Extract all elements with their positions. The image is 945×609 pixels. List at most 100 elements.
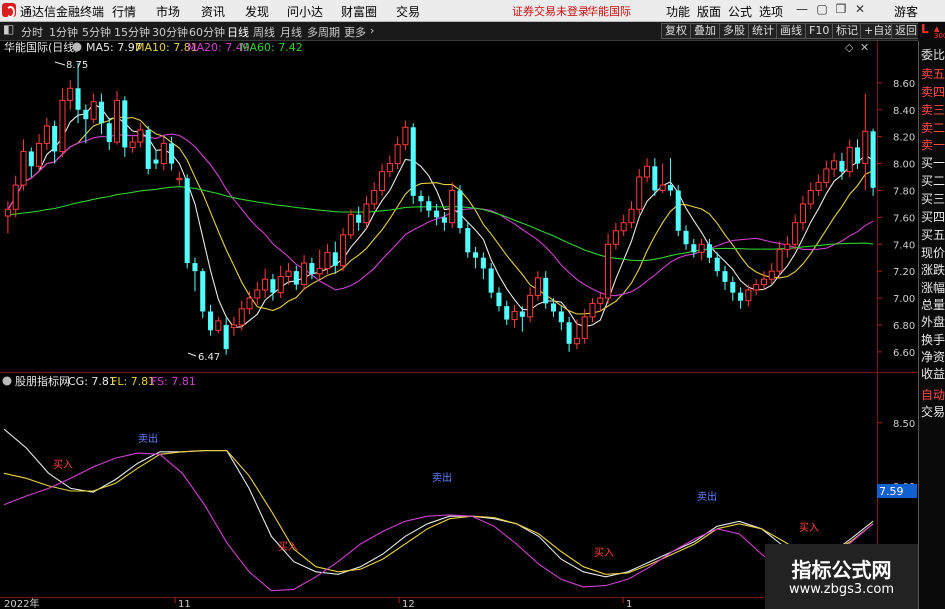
candle-body: [768, 270, 775, 280]
y-tick-label: 6.80: [893, 321, 915, 332]
sidebar-item-bid4[interactable]: 买四: [921, 208, 945, 225]
candle-body: [316, 267, 323, 275]
candle-body: [285, 270, 292, 278]
candle-body: [215, 320, 222, 331]
ma5-label: MA5: 7.97: [86, 41, 142, 54]
sidebar-item-bid2[interactable]: 买二: [921, 172, 945, 189]
candle-body: [176, 177, 183, 181]
watermark-title: 指标公式网: [791, 558, 892, 582]
candle: [799, 195, 806, 231]
candle-body: [457, 190, 463, 229]
x-label-jan: 1: [626, 599, 632, 609]
candle-body: [628, 208, 635, 224]
diamond-icon[interactable]: ◇: [845, 41, 854, 54]
candle: [831, 152, 838, 178]
candle-body: [441, 217, 447, 223]
candle-body: [418, 195, 424, 202]
sidebar-item-change[interactable]: 涨跌: [921, 261, 945, 278]
candle: [418, 190, 424, 212]
ma60-line: [7, 186, 874, 262]
candle: [823, 160, 830, 188]
candle: [465, 222, 471, 258]
sidebar-item-bid5[interactable]: 买五: [921, 226, 945, 243]
candle: [636, 168, 643, 215]
candle-body: [83, 109, 89, 120]
candle: [145, 125, 151, 175]
sidebar-item-trade[interactable]: 交易: [921, 403, 945, 420]
candle-body: [488, 268, 494, 293]
sidebar-item-bid-ratio[interactable]: 委比: [921, 46, 945, 63]
candle-body: [36, 142, 43, 167]
sidebar-item-ask2[interactable]: 卖二: [921, 119, 945, 136]
chevron-down-icon[interactable]: [72, 42, 82, 52]
sidebar-item-change-pct[interactable]: 涨幅: [921, 279, 945, 296]
kline-chart[interactable]: 6.60 6.80 7.00 7.20 7.40 7.60 7.80 8.00 8.20 8.40…: [0, 0, 918, 609]
candle-body: [270, 279, 276, 293]
candle-body: [504, 306, 510, 320]
candle-body: [652, 166, 658, 191]
candle: [675, 185, 681, 237]
sidebar-item-auto[interactable]: 自动: [921, 386, 945, 403]
candle: [371, 182, 378, 210]
candle-body: [309, 263, 315, 274]
candle: [807, 182, 814, 210]
candle-body: [434, 210, 440, 218]
candle: [776, 241, 783, 277]
sidebar-item-ask1[interactable]: 卖一: [921, 136, 945, 153]
candle: [20, 139, 27, 191]
sidebar-item-net-asset[interactable]: 净资: [921, 348, 945, 365]
sidebar-item-ask3[interactable]: 卖三: [921, 101, 945, 118]
candle-body: [129, 141, 136, 148]
sub-chevron-icon[interactable]: [2, 376, 12, 386]
candle: [496, 287, 502, 312]
candle: [75, 62, 81, 124]
candle-body: [340, 234, 347, 267]
candle: [160, 136, 167, 171]
candle: [534, 271, 541, 301]
sidebar-item-eps[interactable]: 收益: [921, 365, 945, 382]
candle: [340, 228, 347, 272]
sidebar-item-bid3[interactable]: 买三: [921, 190, 945, 207]
candle-body: [230, 324, 237, 329]
candle-body: [846, 146, 853, 173]
candle-body: [815, 181, 822, 191]
candle: [620, 214, 627, 237]
x-label-nov: 11: [178, 599, 191, 609]
candle: [386, 155, 393, 178]
sidebar-item-volume[interactable]: 总量: [921, 296, 945, 313]
level-badge[interactable]: L ▲ 300: [918, 22, 945, 41]
candle: [426, 195, 432, 218]
candle: [394, 136, 401, 169]
candle: [192, 257, 198, 292]
candle-body: [301, 262, 308, 286]
candle: [184, 174, 190, 269]
candle-body: [527, 294, 534, 318]
sidebar-item-ask4[interactable]: 卖四: [921, 83, 945, 100]
candle-body: [402, 126, 409, 146]
candle: [293, 265, 299, 290]
low-label: 6.47: [198, 352, 220, 363]
candle-body: [698, 243, 705, 253]
candle: [246, 291, 253, 315]
candle: [379, 163, 386, 196]
sidebar-item-turnover[interactable]: 换手: [921, 331, 945, 348]
candle: [12, 175, 19, 218]
candle-body: [192, 263, 198, 272]
candle-body: [573, 337, 580, 345]
sidebar-item-price[interactable]: 现价: [921, 244, 945, 261]
settings-icon[interactable]: ✕: [860, 41, 869, 54]
sidebar-item-bid1[interactable]: 买一: [921, 154, 945, 171]
candle-body: [43, 125, 50, 144]
candle-body: [511, 310, 518, 321]
candle-body: [238, 308, 245, 326]
sidebar-item-outer[interactable]: 外盘: [921, 313, 945, 330]
y-tick-label: 7.80: [893, 186, 915, 197]
candle: [683, 225, 689, 250]
y-tick-label: 8.00: [893, 160, 915, 171]
y-tick-label: 6.60: [893, 348, 915, 359]
candle-body: [356, 214, 362, 223]
sidebar-item-ask5[interactable]: 卖五: [921, 65, 945, 82]
candle-body: [28, 151, 34, 167]
candle-body: [675, 190, 681, 231]
candle-body: [426, 201, 432, 211]
